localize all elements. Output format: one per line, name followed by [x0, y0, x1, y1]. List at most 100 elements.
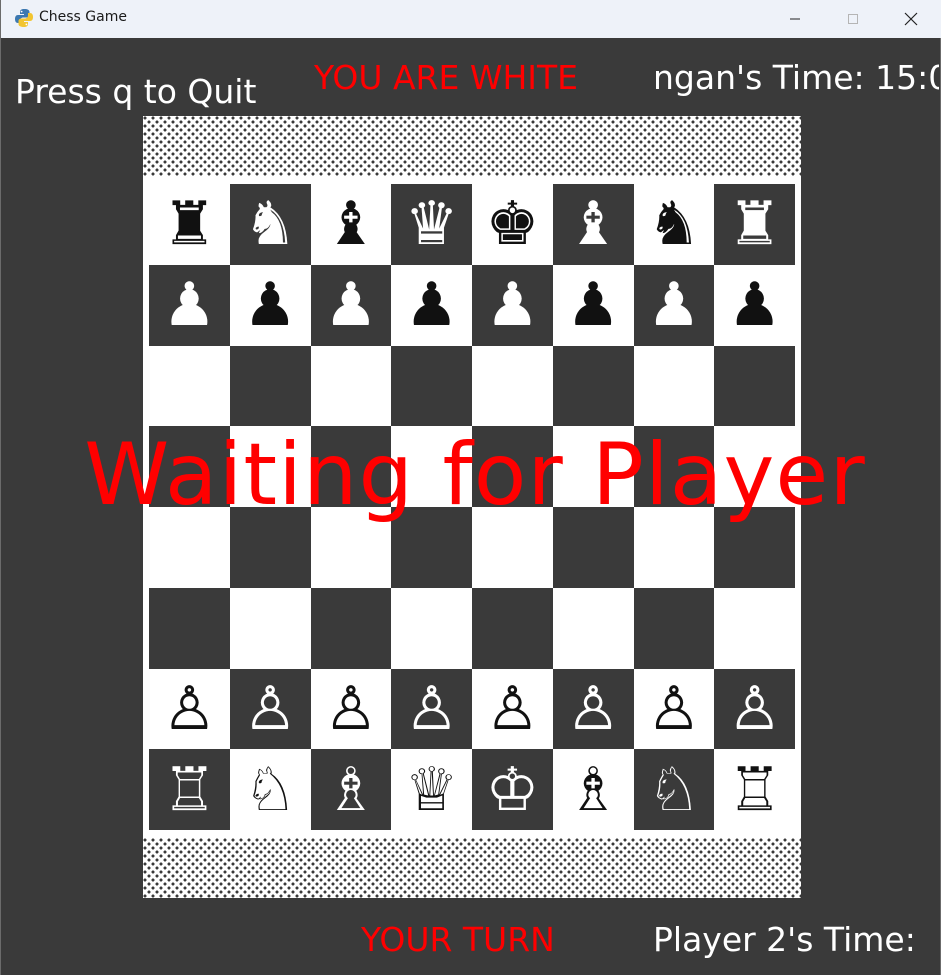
top-knight-piece[interactable]: ♞	[243, 194, 297, 254]
square-f7[interactable]: ♟	[552, 264, 634, 346]
square-c8[interactable]: ♝	[310, 184, 392, 265]
close-icon	[904, 12, 918, 26]
square-d7[interactable]: ♟	[391, 264, 472, 346]
square-g7[interactable]: ♟	[633, 264, 715, 346]
top-bishop-piece[interactable]: ♝	[566, 194, 620, 254]
player-color-label: YOU ARE WHITE	[314, 58, 578, 97]
minimize-button[interactable]	[766, 0, 824, 38]
bottom-pawn-piece[interactable]: ♙	[728, 679, 782, 739]
top-bishop-piece[interactable]: ♝	[324, 194, 378, 254]
square-e7[interactable]: ♟	[472, 264, 553, 346]
square-h3[interactable]	[714, 587, 795, 669]
square-d1[interactable]: ♕	[391, 749, 472, 830]
minimize-icon	[790, 18, 800, 20]
square-h6[interactable]	[714, 345, 795, 427]
bottom-pawn-piece[interactable]: ♙	[485, 679, 539, 739]
square-a2[interactable]: ♙	[149, 668, 230, 750]
square-h8[interactable]: ♜	[714, 184, 795, 265]
top-rook-piece[interactable]: ♜	[728, 194, 782, 254]
square-e1[interactable]: ♔	[472, 749, 553, 830]
square-b3[interactable]	[229, 587, 311, 669]
square-a6[interactable]	[149, 345, 230, 427]
square-h7[interactable]: ♟	[714, 264, 795, 346]
square-f8[interactable]: ♝	[552, 184, 634, 265]
square-c1[interactable]: ♗	[310, 749, 392, 830]
close-button[interactable]	[882, 0, 940, 38]
bottom-pawn-piece[interactable]: ♙	[162, 679, 216, 739]
square-f3[interactable]	[552, 587, 634, 669]
bottom-rook-piece[interactable]: ♖	[162, 760, 216, 820]
square-b1[interactable]: ♘	[229, 749, 311, 830]
square-f2[interactable]: ♙	[552, 668, 634, 750]
square-g8[interactable]: ♞	[633, 184, 715, 265]
top-queen-piece[interactable]: ♛	[405, 194, 459, 254]
bottom-pawn-piece[interactable]: ♙	[566, 679, 620, 739]
top-rook-piece[interactable]: ♜	[162, 194, 216, 254]
square-b2[interactable]: ♙	[229, 668, 311, 750]
square-c3[interactable]	[310, 587, 392, 669]
square-e2[interactable]: ♙	[472, 668, 553, 750]
waiting-message: Waiting for Player	[84, 425, 866, 525]
player-timer: Player 2's Time:	[653, 920, 916, 959]
bottom-bishop-piece[interactable]: ♗	[566, 760, 620, 820]
python-snake-icon	[15, 9, 33, 27]
bottom-pawn-piece[interactable]: ♙	[405, 679, 459, 739]
square-c2[interactable]: ♙	[310, 668, 392, 750]
square-h2[interactable]: ♙	[714, 668, 795, 750]
top-pawn-piece[interactable]: ♟	[405, 275, 459, 335]
bottom-rook-piece[interactable]: ♖	[728, 760, 782, 820]
square-e3[interactable]	[472, 587, 553, 669]
square-e8[interactable]: ♚	[472, 184, 553, 265]
square-f1[interactable]: ♗	[552, 749, 634, 830]
square-d2[interactable]: ♙	[391, 668, 472, 750]
square-g6[interactable]	[633, 345, 715, 427]
top-captured-area	[143, 116, 801, 176]
bottom-captured-area	[143, 838, 801, 898]
top-pawn-piece[interactable]: ♟	[566, 275, 620, 335]
square-g1[interactable]: ♘	[633, 749, 715, 830]
opponent-timer: ngan's Time: 15:0	[653, 58, 939, 97]
square-b6[interactable]	[229, 345, 311, 427]
maximize-icon	[848, 14, 858, 24]
top-timer-container: ngan's Time: 15:0	[653, 56, 939, 106]
game-window: Chess Game Press q to Quit YOU ARE WHITE…	[0, 0, 941, 975]
square-e6[interactable]	[472, 345, 553, 427]
top-pawn-piece[interactable]: ♟	[162, 275, 216, 335]
square-c6[interactable]	[310, 345, 392, 427]
square-d6[interactable]	[391, 345, 472, 427]
square-a3[interactable]	[149, 587, 230, 669]
top-king-piece[interactable]: ♚	[485, 194, 539, 254]
square-g2[interactable]: ♙	[633, 668, 715, 750]
bottom-bishop-piece[interactable]: ♗	[324, 760, 378, 820]
turn-status: YOUR TURN	[361, 920, 555, 959]
square-d3[interactable]	[391, 587, 472, 669]
top-pawn-piece[interactable]: ♟	[243, 275, 297, 335]
square-f6[interactable]	[552, 345, 634, 427]
square-a8[interactable]: ♜	[149, 184, 230, 265]
top-pawn-piece[interactable]: ♟	[485, 275, 539, 335]
square-b8[interactable]: ♞	[229, 184, 311, 265]
square-h1[interactable]: ♖	[714, 749, 795, 830]
bottom-timer-container: Player 2's Time:	[653, 918, 939, 968]
bottom-pawn-piece[interactable]: ♙	[243, 679, 297, 739]
square-c7[interactable]: ♟	[310, 264, 392, 346]
bottom-queen-piece[interactable]: ♕	[405, 760, 459, 820]
top-pawn-piece[interactable]: ♟	[728, 275, 782, 335]
bottom-king-piece[interactable]: ♔	[485, 760, 539, 820]
maximize-button[interactable]	[824, 0, 882, 38]
bottom-knight-piece[interactable]: ♘	[243, 760, 297, 820]
top-knight-piece[interactable]: ♞	[647, 194, 701, 254]
square-a1[interactable]: ♖	[149, 749, 230, 830]
bottom-pawn-piece[interactable]: ♙	[647, 679, 701, 739]
top-pawn-piece[interactable]: ♟	[647, 275, 701, 335]
square-a7[interactable]: ♟	[149, 264, 230, 346]
quit-hint: Press q to Quit	[15, 72, 257, 111]
bottom-knight-piece[interactable]: ♘	[647, 760, 701, 820]
bottom-pawn-piece[interactable]: ♙	[324, 679, 378, 739]
title-bar[interactable]: Chess Game	[1, 0, 941, 38]
square-b7[interactable]: ♟	[229, 264, 311, 346]
square-g3[interactable]	[633, 587, 715, 669]
square-d8[interactable]: ♛	[391, 184, 472, 265]
top-pawn-piece[interactable]: ♟	[324, 275, 378, 335]
window-title: Chess Game	[39, 9, 127, 25]
